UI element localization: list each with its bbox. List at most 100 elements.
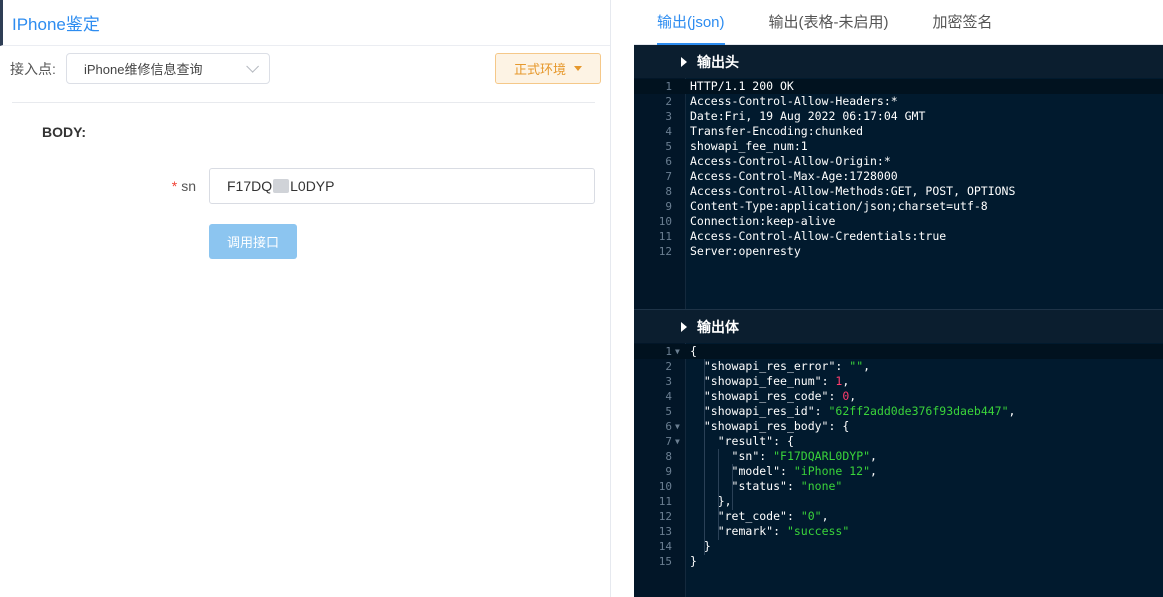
indent-guide — [704, 359, 705, 555]
code-line: 3 Date:Fri, 19 Aug 2022 06:17:04 GMT — [634, 109, 1163, 124]
sn-input[interactable]: F17DQ L0DYP — [209, 168, 595, 204]
line-number: 11 — [658, 230, 672, 243]
indent-guide — [718, 449, 719, 540]
code-line: 12 "ret_code": "0", — [634, 509, 1163, 524]
call-api-button[interactable]: 调用接口 — [209, 224, 297, 259]
code-text: Transfer-Encoding:chunked — [690, 124, 864, 138]
tab-output-json[interactable]: 输出(json) — [657, 0, 725, 45]
code-text: "remark": "success" — [717, 524, 850, 538]
code-line: 7 Access-Control-Max-Age:1728000 — [634, 169, 1163, 184]
required-mark: * — [171, 178, 178, 194]
code-text: Access-Control-Allow-Methods:GET, POST, … — [690, 184, 1016, 198]
line-number: 8 — [665, 450, 672, 463]
body-label: BODY: — [42, 124, 87, 140]
entry-point-row: 接入点: iPhone维修信息查询 — [10, 53, 270, 84]
code-text: } — [690, 539, 711, 553]
request-panel: IPhone鉴定 接入点: iPhone维修信息查询 正式环境 BODY: * s… — [0, 0, 611, 597]
body-code-editor[interactable]: 1 ▼{2 "showapi_res_error": "", 3 "showapi_… — [634, 343, 1163, 597]
line-number: 1 — [665, 80, 672, 93]
code-text: "showapi_res_code": 0, — [703, 389, 857, 403]
line-number: 5 — [665, 140, 672, 153]
code-text: Access-Control-Allow-Credentials:true — [690, 229, 947, 243]
code-text: "showapi_res_id": "62ff2add0de376f93daeb… — [703, 404, 1016, 418]
line-number: 9 — [665, 200, 672, 213]
line-number: 7 — [665, 170, 672, 183]
code-text: "result": { — [717, 434, 794, 448]
code-text: Access-Control-Allow-Headers:* — [690, 94, 898, 108]
environment-label: 正式环境 — [513, 62, 566, 77]
output-body-title: 输出体 — [697, 318, 739, 335]
line-number: 2 — [665, 360, 672, 373]
code-text: Server:openresty — [690, 244, 801, 258]
line-number: 14 — [658, 540, 672, 553]
code-text: "showapi_res_body": { — [703, 419, 850, 433]
code-text: Content-Type:application/json;charset=ut… — [690, 199, 988, 213]
code-text: "status": "none" — [731, 479, 843, 493]
fold-arrow-icon[interactable]: ▼ — [675, 419, 680, 434]
code-line: 10 Connection:keep-alive — [634, 214, 1163, 229]
code-text: "ret_code": "0", — [717, 509, 829, 523]
code-line: 8 Access-Control-Allow-Methods:GET, POST,… — [634, 184, 1163, 199]
code-text: { — [690, 344, 697, 358]
line-number: 9 — [665, 465, 672, 478]
sn-value-suffix: L0DYP — [290, 178, 335, 194]
code-line: 12 Server:openresty — [634, 244, 1163, 259]
line-number: 10 — [658, 480, 672, 493]
caret-down-icon — [574, 66, 582, 71]
page-title-bar: IPhone鉴定 — [0, 0, 610, 46]
code-text: "showapi_fee_num": 1, — [703, 374, 850, 388]
output-header-title: 输出头 — [697, 53, 739, 70]
tab-encrypt-sign[interactable]: 加密签名 — [933, 0, 993, 44]
fold-arrow-icon[interactable]: ▼ — [675, 344, 680, 359]
header-code-editor[interactable]: 1 HTTP/1.1 200 OK 2 Access-Control-Allow-He… — [634, 78, 1163, 310]
code-line: 11 Access-Control-Allow-Credentials:true — [634, 229, 1163, 244]
code-text: Access-Control-Max-Age:1728000 — [690, 169, 898, 183]
code-line: 9 Content-Type:application/json;charset=u… — [634, 199, 1163, 214]
output-header-section[interactable]: 输出头 — [634, 45, 1163, 78]
code-text: "showapi_res_error": "", — [703, 359, 871, 373]
sn-label: * sn — [171, 178, 196, 194]
code-line: 4 Transfer-Encoding:chunked — [634, 124, 1163, 139]
line-number: 7 — [665, 435, 672, 448]
line-number: 2 — [665, 95, 672, 108]
line-number: 12 — [658, 510, 672, 523]
line-number: 15 — [658, 555, 672, 568]
code-line: 2 "showapi_res_error": "", — [634, 359, 1163, 374]
redaction-mask — [273, 179, 290, 193]
entry-point-select[interactable]: iPhone维修信息查询 — [66, 53, 270, 84]
indent-guide — [732, 464, 733, 510]
expand-triangle-icon — [681, 321, 687, 332]
divider — [12, 102, 595, 103]
code-line: 6 ▼ "showapi_res_body": { — [634, 419, 1163, 434]
line-number: 4 — [665, 390, 672, 403]
app-root: IPhone鉴定 接入点: iPhone维修信息查询 正式环境 BODY: * s… — [0, 0, 1163, 597]
line-number: 1 — [665, 345, 672, 358]
code-line: 9 "model": "iPhone 12", — [634, 464, 1163, 479]
sn-value-prefix: F17DQ — [227, 178, 273, 194]
tab-output-table[interactable]: 输出(表格-未启用) — [769, 0, 889, 44]
line-number: 3 — [665, 375, 672, 388]
code-line: 5 showapi_fee_num:1 — [634, 139, 1163, 154]
code-text: Date:Fri, 19 Aug 2022 06:17:04 GMT — [690, 109, 926, 123]
environment-button[interactable]: 正式环境 — [495, 53, 601, 84]
line-number: 6 — [665, 420, 672, 433]
entry-point-label: 接入点: — [10, 60, 56, 77]
code-text: }, — [690, 494, 732, 508]
code-line: 2 Access-Control-Allow-Headers:* — [634, 94, 1163, 109]
line-number: 5 — [665, 405, 672, 418]
code-line: 14 } — [634, 539, 1163, 554]
output-body-section[interactable]: 输出体 — [634, 310, 1163, 343]
expand-triangle-icon — [681, 56, 687, 67]
code-text: Access-Control-Allow-Origin:* — [690, 154, 891, 168]
code-line: 7 ▼ "result": { — [634, 434, 1163, 449]
code-line: 4 "showapi_res_code": 0, — [634, 389, 1163, 404]
code-line: 10 "status": "none" — [634, 479, 1163, 494]
code-line: 15} — [634, 554, 1163, 569]
line-number: 10 — [658, 215, 672, 228]
page-title: IPhone鉴定 — [12, 15, 100, 34]
code-line: 8 "sn": "F17DQARL0DYP", — [634, 449, 1163, 464]
fold-arrow-icon[interactable]: ▼ — [675, 434, 680, 449]
entry-point-value: iPhone维修信息查询 — [84, 62, 203, 77]
code-line: 13 "remark": "success" — [634, 524, 1163, 539]
line-number: 3 — [665, 110, 672, 123]
